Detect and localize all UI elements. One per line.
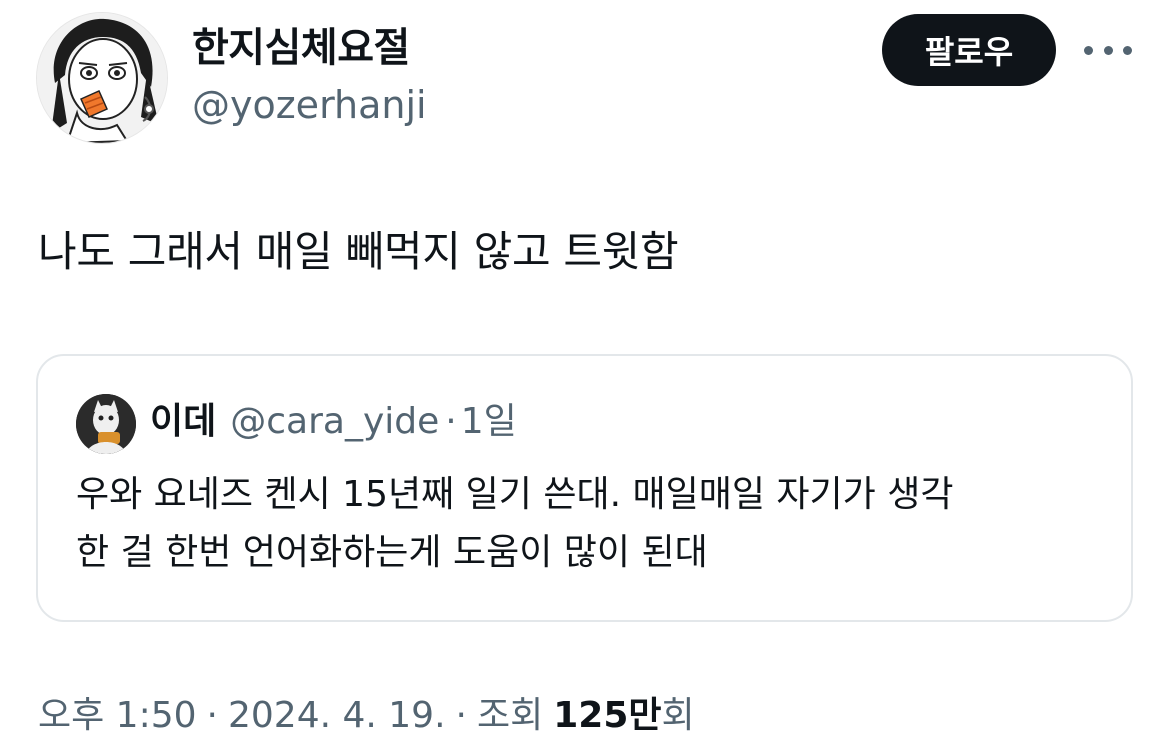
views-label-prefix: 조회 bbox=[476, 695, 544, 736]
views-count[interactable]: 125만 bbox=[553, 692, 661, 740]
more-dot bbox=[1103, 45, 1113, 55]
author-avatar[interactable] bbox=[36, 12, 168, 144]
quoted-author-avatar[interactable] bbox=[76, 394, 136, 454]
quoted-timestamp[interactable]: 1일 bbox=[461, 398, 517, 446]
tweet-date[interactable]: 2024. 4. 19. bbox=[228, 692, 446, 740]
quoted-author-name[interactable]: 이데 bbox=[150, 398, 216, 446]
avatar-illustration bbox=[37, 13, 167, 143]
quoted-separator: · bbox=[445, 401, 457, 442]
tweet-text: 나도 그래서 매일 빼먹지 않고 트윗함 bbox=[38, 227, 679, 276]
more-dot bbox=[1123, 45, 1132, 55]
quoted-tweet-header: 이데 @cara_yide · 1일 bbox=[150, 398, 517, 446]
meta-separator: · bbox=[206, 695, 218, 736]
follow-button[interactable]: 팔로우 bbox=[882, 14, 1056, 86]
quoted-avatar-illustration bbox=[76, 394, 136, 454]
more-horizontal-icon[interactable] bbox=[1084, 38, 1132, 62]
tweet-meta: 오후 1:50 · 2024. 4. 19. · 조회 125만 회 bbox=[38, 692, 695, 740]
tweet-time[interactable]: 오후 1:50 bbox=[38, 692, 197, 740]
more-dot bbox=[1084, 45, 1093, 55]
quoted-text-line: 우와 요네즈 켄시 15년째 일기 쓴대. 매일매일 자기가 생각 bbox=[76, 474, 954, 515]
author-handle[interactable]: @yozerhanji bbox=[192, 82, 427, 128]
quoted-author-handle[interactable]: @cara_yide bbox=[230, 398, 439, 446]
views-label-suffix: 회 bbox=[661, 695, 695, 736]
quoted-tweet-text: 우와 요네즈 켄시 15년째 일기 쓴대. 매일매일 자기가 생각 한 걸 한번… bbox=[76, 466, 1106, 582]
author-display-name[interactable]: 한지심체요절 bbox=[192, 24, 410, 72]
quoted-tweet-card[interactable]: 이데 @cara_yide · 1일 우와 요네즈 켄시 15년째 일기 쓴대.… bbox=[36, 354, 1133, 622]
quoted-text-line: 한 걸 한번 언어화하는게 도움이 많이 된대 bbox=[76, 532, 708, 573]
meta-separator: · bbox=[455, 695, 467, 736]
